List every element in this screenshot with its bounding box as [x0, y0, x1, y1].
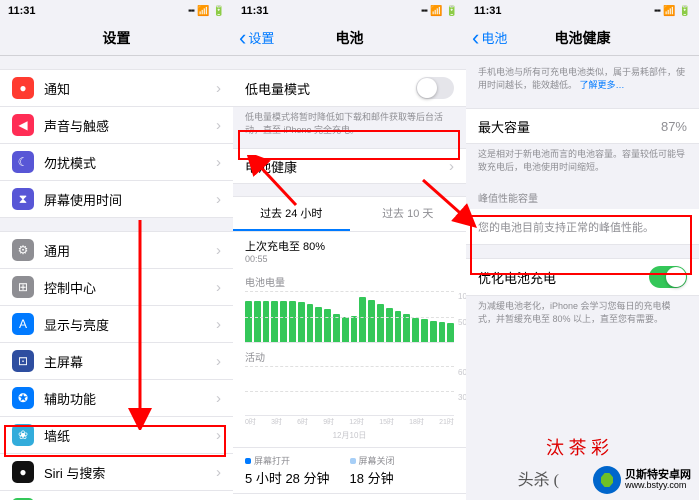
activity-chart: 活动 60分钟 30分钟 0时3时6时9时12时15时18时21时 12月10日	[233, 345, 466, 447]
row-label: 通知	[44, 79, 212, 98]
row-label: 勿扰模式	[44, 153, 212, 172]
row-icon: ⊞	[12, 276, 34, 298]
settings-row[interactable]: ◀ 声音与触感›	[0, 107, 233, 144]
battery-pane: 11:31 ┉ 📶 🔋 设置 电池 低电量模式 低电量模式将暂时降低如下载和邮件…	[233, 0, 466, 500]
last-charge-info: 上次充电至 80% 00:55	[233, 232, 466, 270]
app-usage-header: App 的电池用量 显示活动	[233, 493, 466, 500]
nav-bar: 电池 电池健康	[466, 20, 699, 56]
row-icon: ☾	[12, 151, 34, 173]
settings-row[interactable]: ● 通知›	[0, 69, 233, 107]
nav-title: 设置	[103, 28, 131, 48]
row-label: 声音与触感	[44, 116, 212, 135]
chevron-icon: ›	[216, 279, 221, 296]
calligraphy-text-2: 头杀 (	[518, 466, 559, 490]
status-bar: 11:31 ┉ 📶 🔋	[233, 0, 466, 20]
row-icon: ●	[12, 461, 34, 483]
nav-title: 电池	[336, 28, 364, 48]
nav-bar: 设置 电池	[233, 20, 466, 56]
intro-note: 手机电池与所有可充电电池类似，属于易耗部件，使用时间越长，能效越低。 了解更多…	[466, 56, 699, 95]
watermark: 贝斯特安卓网 www.bstyy.com	[593, 466, 691, 494]
usage-stats: 屏幕打开 5 小时 28 分钟 屏幕关闭 18 分钟	[233, 447, 466, 493]
peak-perf-header: 峰值性能容量	[466, 190, 699, 209]
chevron-icon: ›	[216, 242, 221, 259]
nav-bar: 设置	[0, 20, 233, 56]
settings-row[interactable]: ⊞控制中心›	[0, 269, 233, 306]
settings-row[interactable]: ❀墙纸›	[0, 417, 233, 454]
row-icon: ❀	[12, 424, 34, 446]
optimize-toggle[interactable]	[649, 266, 687, 288]
row-icon: ⧗	[12, 188, 34, 210]
settings-row[interactable]: ☾ 勿扰模式›	[0, 144, 233, 181]
row-icon: ●	[12, 77, 34, 99]
optimize-charging-row: 优化电池充电	[466, 258, 699, 296]
arrow-1	[120, 220, 170, 430]
peak-perf-row: 您的电池目前支持正常的峰值性能。	[466, 209, 699, 245]
chevron-icon: ›	[216, 316, 221, 333]
max-capacity-row: 最大容量 87%	[466, 108, 699, 144]
arrow-2	[246, 155, 306, 215]
max-cap-note: 这是相对于新电池而言的电池容量。容量较低可能导致充电后，电池使用时间缩短。	[466, 144, 699, 177]
settings-row[interactable]: ⧗ 屏幕使用时间›	[0, 181, 233, 218]
low-power-toggle[interactable]	[416, 77, 454, 99]
low-power-note: 低电量模式将暂时降低如下载和邮件获取等后台活动，直至 iPhone 完全充电。	[233, 107, 466, 140]
chevron-icon: ›	[449, 158, 454, 175]
chevron-icon: ›	[216, 117, 221, 134]
chevron-icon: ›	[216, 154, 221, 171]
settings-row[interactable]: A显示与亮度›	[0, 306, 233, 343]
row-icon: ◀	[12, 114, 34, 136]
calligraphy-text: 汰 茶 彩	[546, 434, 609, 460]
row-label: Siri 与搜索	[44, 463, 212, 482]
optimize-note: 为减缓电池老化，iPhone 会学习您每日的充电模式，并暂缓充电至 80% 以上…	[466, 296, 699, 329]
row-icon: A	[12, 313, 34, 335]
settings-row[interactable]: ● Siri 与搜索›	[0, 454, 233, 491]
chevron-icon: ›	[216, 390, 221, 407]
battery-level-chart: 电池电量 100% 50%	[233, 270, 466, 345]
settings-row[interactable]: ☺面容ID与密码›	[0, 491, 233, 500]
watermark-logo	[593, 466, 621, 494]
nav-title: 电池健康	[555, 28, 611, 48]
chevron-icon: ›	[216, 464, 221, 481]
row-icon: ✪	[12, 387, 34, 409]
back-button[interactable]: 电池	[472, 28, 507, 47]
settings-pane: 11:31 ┉ 📶 🔋 设置 ●通知›◀声音与触感›☾勿扰模式›⧗屏幕使用时间›…	[0, 0, 233, 500]
chevron-icon: ›	[216, 427, 221, 444]
settings-row[interactable]: ⚙通用›	[0, 231, 233, 269]
battery-health-pane: 11:31 ┉ 📶 🔋 电池 电池健康 手机电池与所有可充电电池类似，属于易耗部…	[466, 0, 699, 500]
chevron-icon: ›	[216, 80, 221, 97]
chevron-icon: ›	[216, 353, 221, 370]
low-power-row: 低电量模式	[233, 69, 466, 107]
row-icon: ⊡	[12, 350, 34, 372]
status-bar: 11:31 ┉ 📶 🔋	[0, 0, 233, 20]
row-icon: ⚙	[12, 239, 34, 261]
settings-row[interactable]: ✪辅助功能›	[0, 380, 233, 417]
arrow-3	[418, 175, 478, 235]
back-button[interactable]: 设置	[239, 28, 274, 47]
settings-row[interactable]: ⊡主屏幕›	[0, 343, 233, 380]
chevron-icon: ›	[216, 191, 221, 208]
status-bar: 11:31 ┉ 📶 🔋	[466, 0, 699, 20]
row-label: 屏幕使用时间	[44, 190, 212, 209]
